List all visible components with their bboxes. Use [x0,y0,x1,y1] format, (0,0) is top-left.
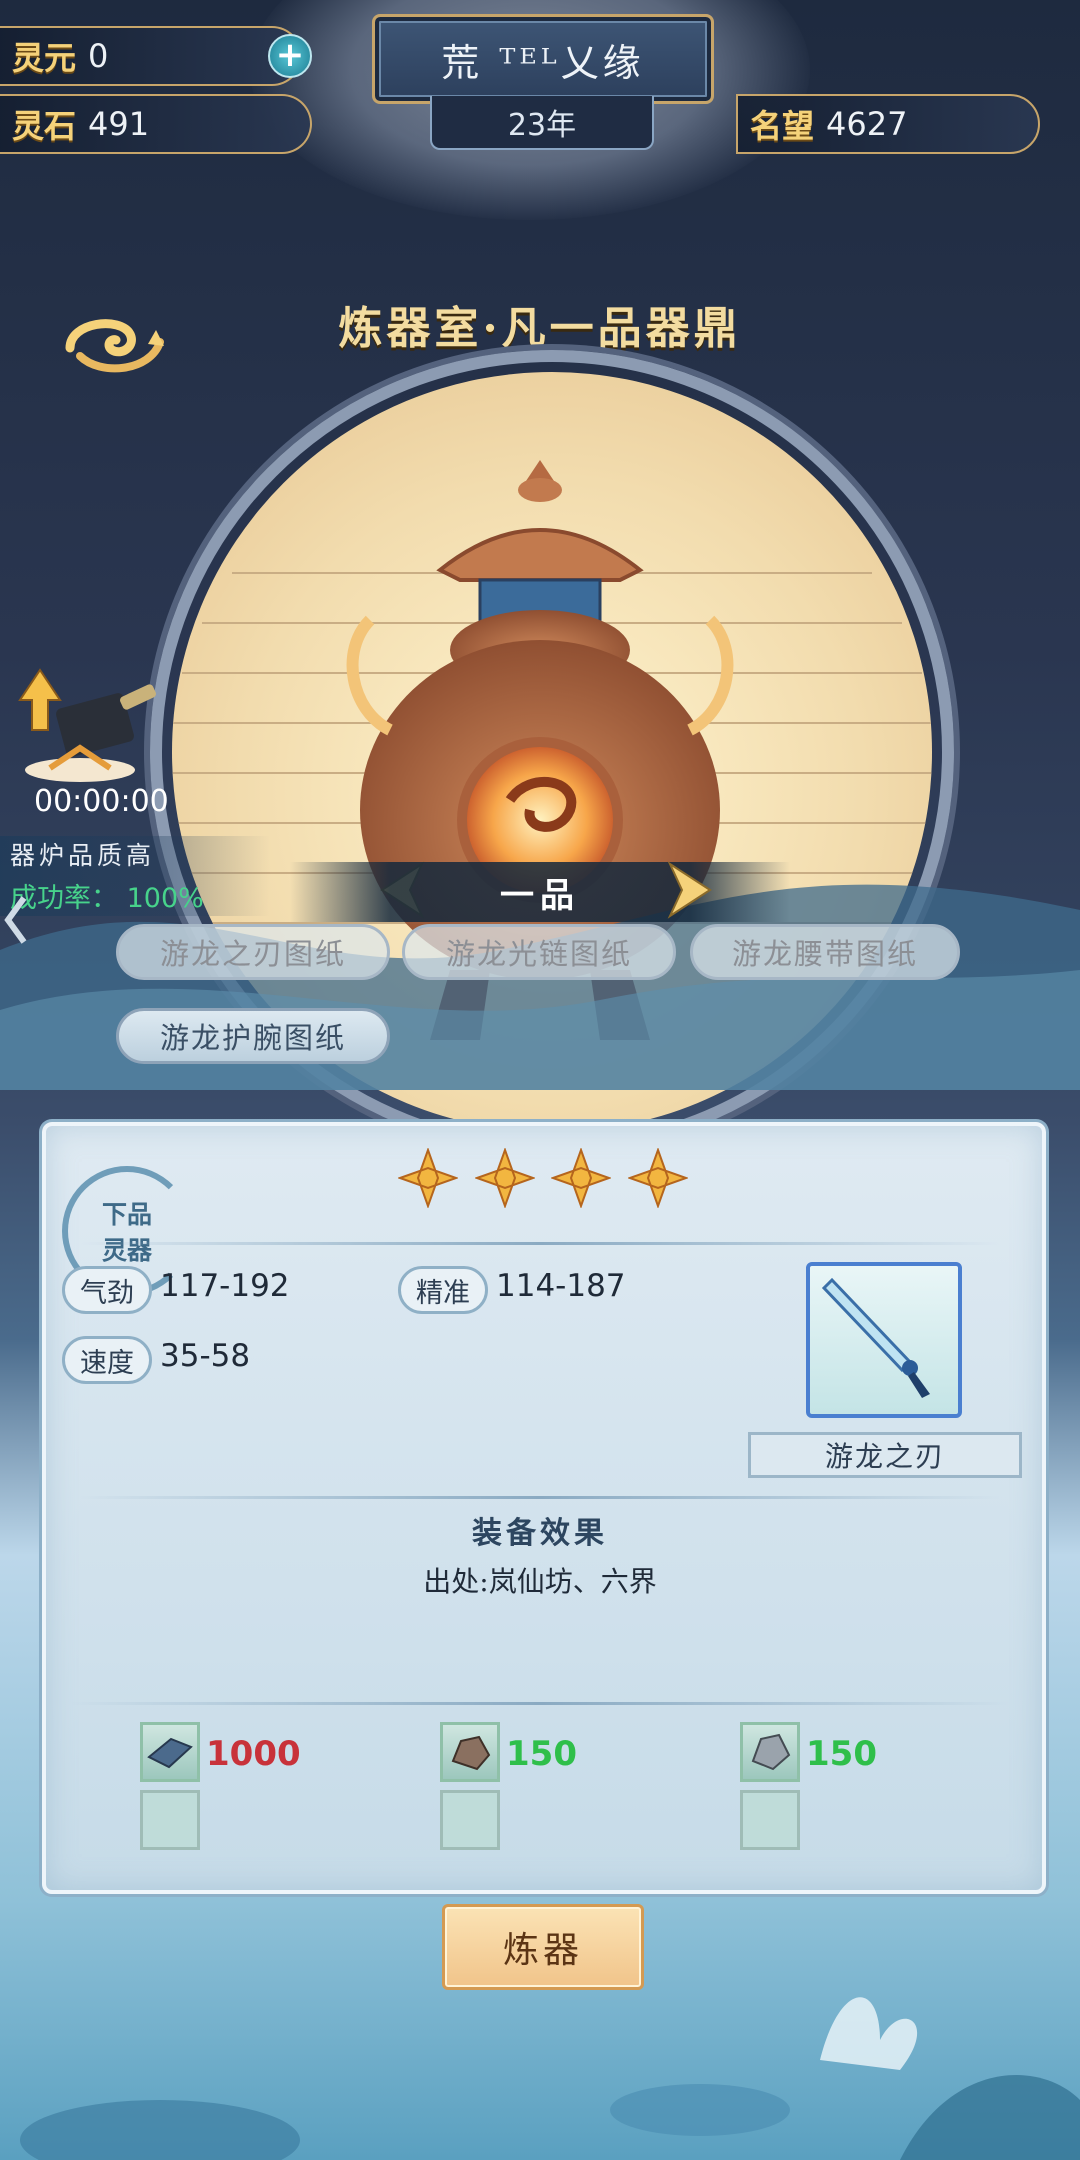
stat-label-jingzhun: 精准 [398,1266,488,1314]
fame-label: 名望 [750,107,815,145]
item-name-label: 游龙之刃 [748,1432,1022,1478]
year-display: 23年 [430,96,654,150]
rank-line2: 灵器 [101,1236,152,1265]
material-icon-2[interactable] [440,1722,500,1782]
stat-value-sudu: 35-58 [160,1338,251,1374]
lotus-water-decoration [20,1997,1080,2160]
hammer-upgrade-icon [18,668,156,782]
recipe-tab-chain[interactable]: 游龙光链图纸 [402,924,676,980]
lingyuan-value: 0 [88,37,109,75]
ore-stone-icon [451,1735,491,1771]
divider [80,1496,1000,1499]
lingshi-bar: 灵石 491 [0,94,312,154]
divider [80,1242,1000,1245]
recipe-tab-blade[interactable]: 游龙之刃图纸 [116,924,390,980]
material-icon-1[interactable] [140,1722,200,1782]
material-slot-3[interactable] [740,1790,800,1850]
fame-value: 4627 [826,105,908,143]
iron-ingot-icon [147,1737,193,1769]
furnace-quality-text: 器炉品质高 [10,841,156,870]
game-title: 荒 ᵀᴱᴸ乂缘 [441,40,645,85]
star-icon [398,1148,458,1208]
recipe-tab-belt[interactable]: 游龙腰带图纸 [690,924,960,980]
lingyuan-label: 灵元 [12,39,77,77]
item-source: 出处:岚仙坊、六界 [423,1565,657,1598]
recipe-tab-bracer[interactable]: 游龙护腕图纸 [116,1008,390,1064]
success-rate-value: 100% [126,883,204,914]
lingyuan-bar: 灵元 0 + [0,26,312,86]
star-icon [551,1148,612,1208]
stat-value-qijin: 117-192 [160,1268,290,1304]
divider [70,1702,1010,1705]
material-icon-3[interactable] [740,1722,800,1782]
stat-label-sudu: 速度 [62,1336,152,1384]
game-title-plate: 荒 ᵀᴱᴸ乂缘 [372,14,714,104]
stat-label-qijin: 气劲 [62,1266,152,1314]
material-amount-1: 1000 [206,1734,301,1774]
material-slot-1[interactable] [140,1790,200,1850]
star-rating [398,1148,688,1218]
material-amount-3: 150 [806,1734,877,1774]
fame-bar: 名望 4627 [736,94,1040,154]
material-amount-2: 150 [506,1734,577,1774]
stat-value-jingzhun: 114-187 [496,1268,626,1304]
success-rate: 成功率： 100% [10,876,270,915]
item-preview[interactable] [806,1262,962,1418]
star-icon [627,1148,688,1208]
forge-timer: 00:00:00 [34,784,169,819]
effect-title: 装备效果 [472,1516,608,1551]
sword-icon [821,1277,930,1398]
lingshi-value: 491 [88,105,150,143]
star-icon [474,1148,535,1208]
lingshi-label: 灵石 [12,107,77,145]
forge-queue-button[interactable] [10,660,160,790]
chevron-left-icon[interactable] [0,890,34,950]
room-title: 炼器室·凡一品器鼎 [338,303,742,354]
silver-ore-icon [751,1733,791,1771]
material-slot-2[interactable] [440,1790,500,1850]
furnace-quality-panel: 器炉品质高 成功率： 100% [0,836,270,916]
add-lingyuan-button[interactable]: + [268,34,312,78]
rank-line1: 下品 [101,1200,152,1229]
grade-next-button[interactable] [660,858,720,922]
